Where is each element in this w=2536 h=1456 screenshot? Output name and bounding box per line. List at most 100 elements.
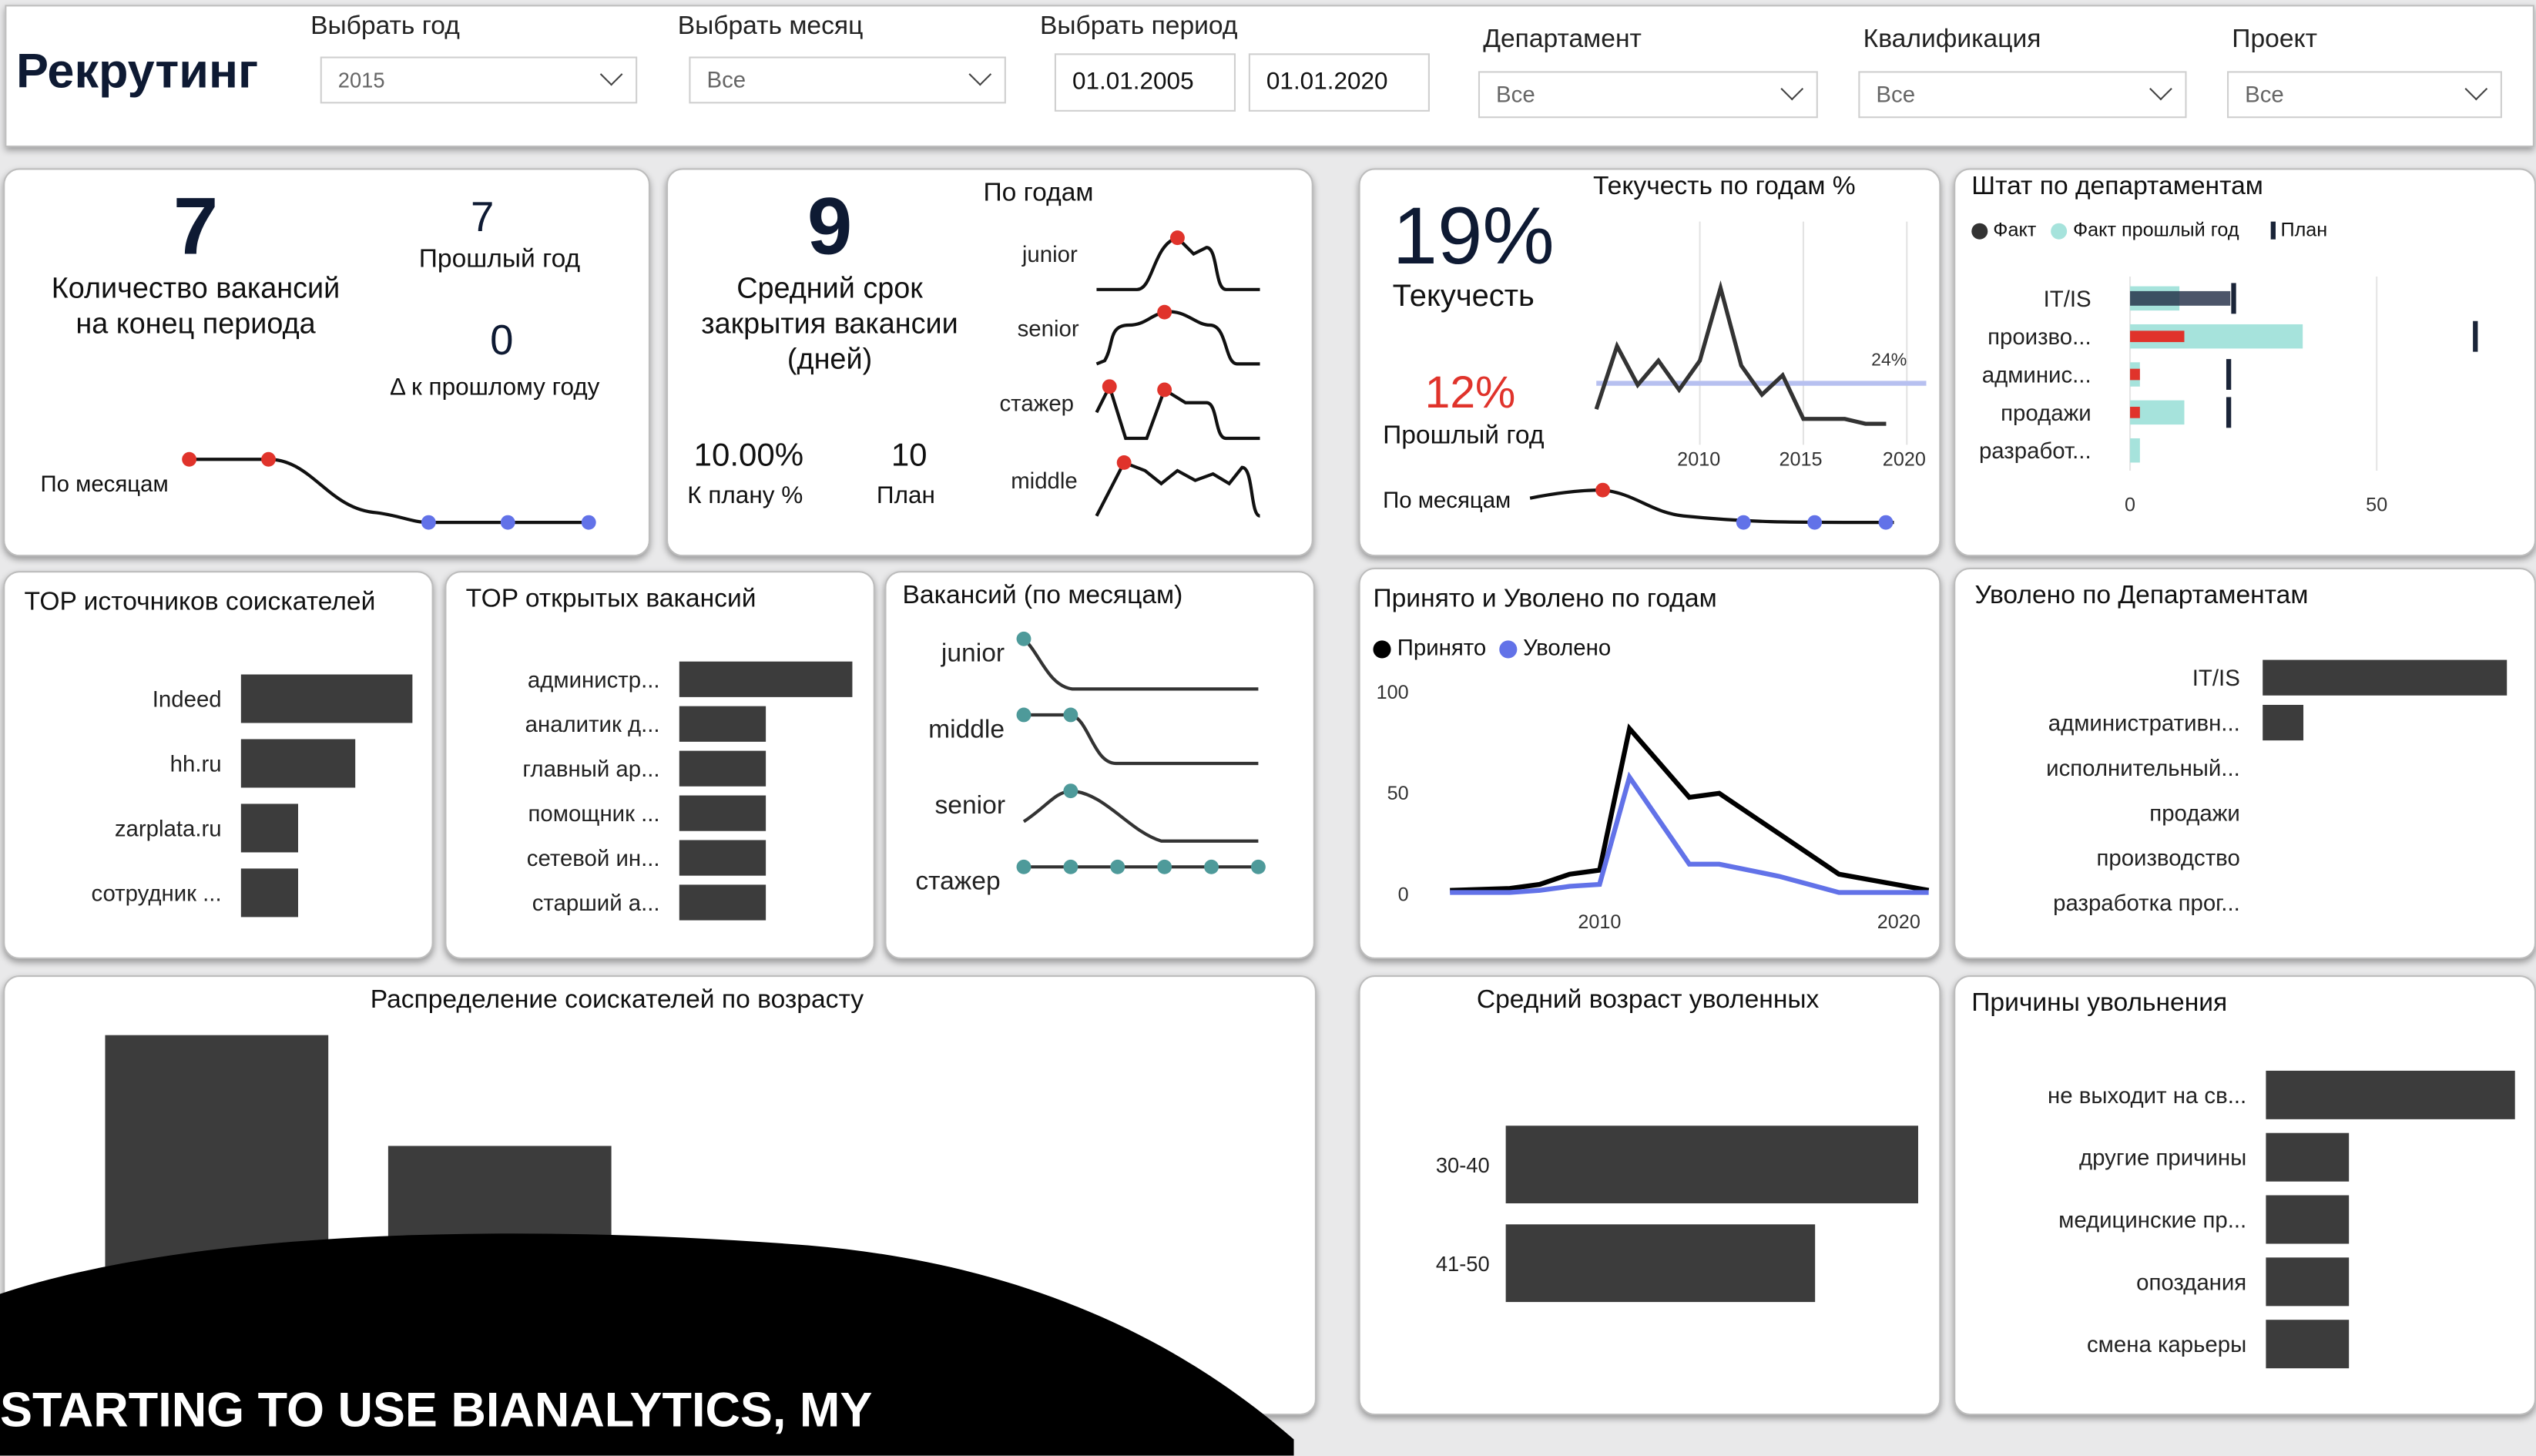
bar xyxy=(679,840,767,876)
bar xyxy=(679,750,767,787)
sparkline-point-teal xyxy=(1063,859,1078,874)
chevron-down-icon xyxy=(1780,77,1804,101)
bar-label: разработка прог... xyxy=(2053,891,2240,916)
qualification-label: Квалификация xyxy=(1863,25,2041,54)
sparkline-point-red xyxy=(1157,304,1172,320)
sparkline-point-red xyxy=(1157,382,1172,398)
bar xyxy=(240,739,356,788)
turnover-ref-label: 24% xyxy=(1871,349,1907,369)
project-dropdown[interactable]: Все xyxy=(2227,71,2502,119)
bar-label: опоздания xyxy=(2136,1270,2246,1295)
y-tick: 100 xyxy=(1377,682,1409,703)
sparkline-point-red xyxy=(1102,379,1117,394)
banner-overlay: STARTING TO USE BIANALYTICS, MY xyxy=(0,1233,1294,1456)
bar-label: смена карьеры xyxy=(2087,1332,2246,1357)
chevron-down-icon xyxy=(968,62,992,86)
department-dropdown[interactable]: Все xyxy=(1478,71,1818,119)
bar-label: аналитик д... xyxy=(525,712,660,737)
open-vacancies-card: TOP открытых вакансий администр... аналит… xyxy=(444,571,875,960)
bar-label: продажи xyxy=(2001,401,2091,426)
staff-chart: 0 50 IT/IS произво... админис... продажи разра… xyxy=(1979,277,2478,515)
bar-label: 30-40 xyxy=(1436,1153,1490,1177)
bar xyxy=(2266,1195,2350,1244)
bar xyxy=(1505,1224,1816,1303)
bar-label: 41-50 xyxy=(1436,1252,1490,1276)
turnover-xtick: 2015 xyxy=(1779,449,1822,471)
y-tick: 0 xyxy=(1398,884,1409,905)
month-dropdown[interactable]: Все xyxy=(689,56,1006,104)
sparkline-point-teal xyxy=(1016,707,1032,723)
sparkline-point-teal xyxy=(1110,859,1125,874)
sparkline-point-teal xyxy=(1250,859,1266,874)
bar xyxy=(2266,1070,2515,1119)
date-to-input[interactable]: 01.01.2020 xyxy=(1248,53,1430,112)
reasons-card: Причины увольнения не выходит на св... др… xyxy=(1954,975,2536,1416)
bar-label: помощник ... xyxy=(528,801,660,827)
dashboard: Рекрутинг Выбрать год 2015 Выбрать месяц… xyxy=(0,0,2536,1456)
bar-fact xyxy=(2130,407,2140,418)
chevron-down-icon xyxy=(2149,77,2172,101)
date-from-input[interactable]: 01.01.2005 xyxy=(1054,53,1236,112)
bar-label: разработ... xyxy=(1979,438,2092,464)
sparkline-point-teal xyxy=(1157,859,1172,874)
x-tick: 2020 xyxy=(1877,911,1920,933)
bar xyxy=(679,706,767,742)
turnover-card: 19% Текучесть 12% Прошлый год Текучесть … xyxy=(1358,168,1941,557)
turnover-chart: 24% 2010 2015 2020 xyxy=(1529,221,1927,530)
bar xyxy=(679,795,767,831)
sparkline-point-teal xyxy=(1204,859,1219,874)
sparkline-point-red xyxy=(1595,482,1611,498)
plan-marker xyxy=(2473,320,2478,352)
department-value: Все xyxy=(1496,80,1535,107)
bar-label: zarplata.ru xyxy=(115,816,222,841)
hired-fired-chart: 0 50 100 2010 2020 xyxy=(1377,682,1930,933)
bar-fact xyxy=(2130,368,2140,381)
turnover-series xyxy=(1594,280,1887,426)
bar-label: медицинские пр... xyxy=(2058,1208,2246,1233)
bar-label: админис... xyxy=(1982,363,2092,388)
plan-marker xyxy=(2226,359,2232,390)
chevron-down-icon xyxy=(599,62,623,86)
bar-label: главный ар... xyxy=(522,757,659,782)
bar-label: IT/IS xyxy=(2192,666,2240,691)
qualification-value: Все xyxy=(1876,80,1916,107)
bar-label: старший а... xyxy=(532,891,660,916)
sparkline-point-blue xyxy=(1878,515,1894,530)
turnover-line xyxy=(1594,280,1887,426)
x-tick: 2010 xyxy=(1578,911,1621,933)
filter-bar: Рекрутинг Выбрать год 2015 Выбрать месяц… xyxy=(5,5,2534,148)
bar-label: сетевой ин... xyxy=(527,846,660,871)
reasons-chart: не выходит на св... другие причины медицин… xyxy=(2048,1070,2515,1369)
sparkline-point-blue xyxy=(500,515,515,530)
turnover-xtick: 2010 xyxy=(1677,449,1720,471)
sparkline-point-blue xyxy=(421,515,436,530)
page-title: Рекрутинг xyxy=(15,45,259,99)
close-time-sparklines xyxy=(1095,230,1261,518)
plan-marker xyxy=(2231,283,2236,314)
bar-label: сотрудник ... xyxy=(91,881,221,906)
staff-card: Штат по департаментам Факт Факт прошлый … xyxy=(1954,168,2536,557)
month-value: Все xyxy=(706,66,746,92)
period-label: Выбрать период xyxy=(1039,12,1238,41)
fired-dept-card: Уволено по Департаментам IT/IS администра… xyxy=(1954,567,2536,960)
vacancies-sparkline xyxy=(182,451,596,530)
close-time-card: 9 Средний срок закрытия вакансии (дней) … xyxy=(666,168,1313,557)
bar-label: hh.ru xyxy=(170,751,222,777)
bar xyxy=(679,884,767,921)
bar-fact xyxy=(2130,290,2231,306)
year-dropdown[interactable]: 2015 xyxy=(320,56,638,104)
bar xyxy=(240,868,299,918)
turnover-xtick: 2020 xyxy=(1883,449,1926,471)
bar-label: исполнительный... xyxy=(2046,756,2240,781)
sparkline-point-red xyxy=(1116,455,1132,470)
department-label: Департамент xyxy=(1483,25,1642,54)
sources-card: TOP источников соискателей Indeed hh.ru za… xyxy=(3,571,434,960)
sparkline-point-blue xyxy=(581,515,596,530)
month-label: Выбрать месяц xyxy=(677,12,864,41)
bar xyxy=(2266,1257,2350,1307)
year-value: 2015 xyxy=(337,68,385,92)
bar-label: не выходит на св... xyxy=(2048,1083,2246,1109)
qualification-dropdown[interactable]: Все xyxy=(1858,71,2187,119)
open-vacancies-chart: администр... аналитик д... главный ар... по… xyxy=(522,661,853,921)
sparkline-point-red xyxy=(182,451,197,467)
